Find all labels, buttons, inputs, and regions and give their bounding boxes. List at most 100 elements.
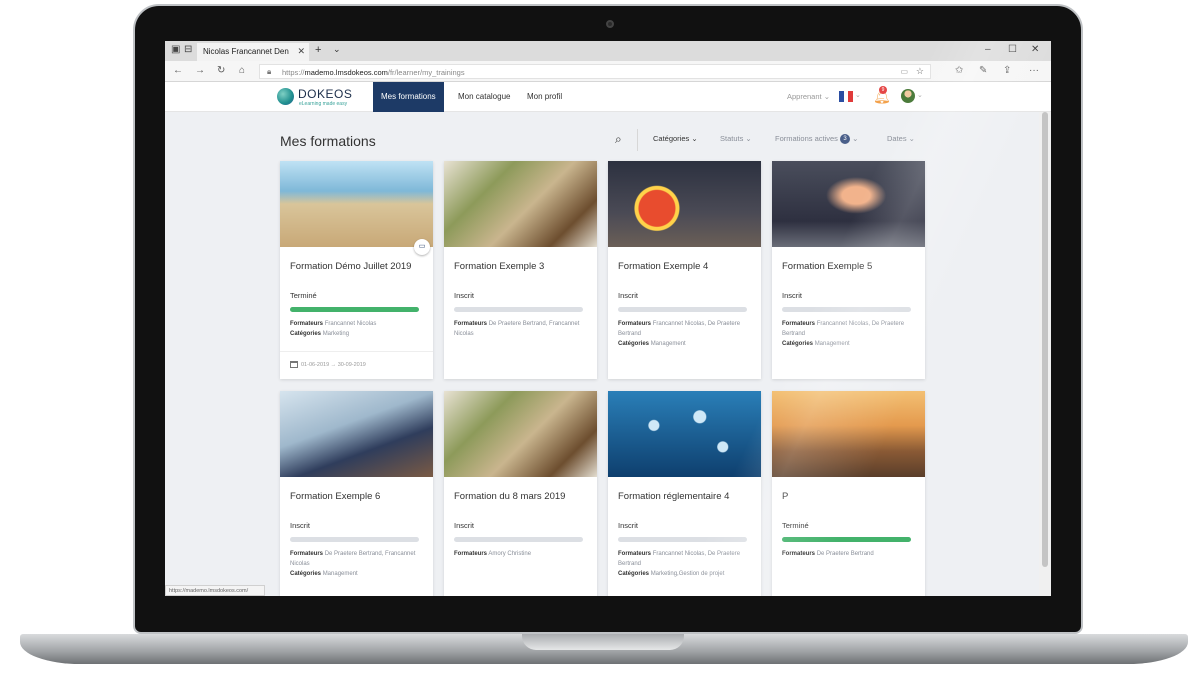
progress-fill [290,307,419,312]
logo-mark-icon [277,88,294,105]
more-icon[interactable]: ··· [1029,65,1039,76]
course-thumbnail [280,391,433,477]
course-meta: Formateurs Amory Christine [454,549,589,559]
scrollbar-thumb[interactable] [1042,112,1048,567]
course-status: Inscrit [782,291,803,300]
notification-badge: 9 [879,86,887,94]
course-title[interactable]: Formation du 8 mars 2019 [454,491,594,502]
course-title[interactable]: Formation Exemple 6 [290,491,430,502]
course-title[interactable]: Formation Exemple 4 [618,261,758,272]
course-title[interactable]: Formation Démo Juillet 2019 [290,261,430,272]
url-field[interactable]: 🔒︎ https://mademo.lmsdokeos.com/fr/learn… [259,64,931,79]
language-flag-icon[interactable] [839,91,854,102]
filter-formations-actives[interactable]: Formations actives 3 ⌄ [775,134,859,145]
nav-mon-profil[interactable]: Mon profil [519,82,570,112]
screen: ▣ ⊟ Nicolas Francannet Den ✕ + ⌄ – ☐ ✕ ←… [165,41,1051,596]
course-card[interactable]: Formation Exemple 4 Inscrit Formateurs F… [608,161,761,379]
close-tab-icon[interactable]: ✕ [297,46,305,57]
course-meta: Formateurs Francannet Nicolas, De Praete… [618,549,753,579]
categories-label: Catégories [290,571,322,577]
logo-tagline: eLearning made easy [299,101,348,107]
course-thumbnail [608,391,761,477]
course-status: Inscrit [454,521,475,530]
course-card[interactable]: Formation Exemple 3 Inscrit Formateurs D… [444,161,597,379]
reading-view-icon[interactable]: ▭ [900,67,908,76]
forward-icon[interactable]: → [195,65,205,76]
maximize-icon[interactable]: ☐ [1008,44,1017,55]
tab-list-icon[interactable]: ⌄ [333,44,341,55]
flag-stripe-red [848,91,854,102]
filter-categories[interactable]: Catégories ⌄ [653,134,698,143]
formateurs-label: Formateurs [454,551,488,557]
course-status: Inscrit [618,521,639,530]
favorite-star-icon[interactable]: ☆ [916,66,924,77]
home-icon[interactable]: ⌂ [239,65,245,76]
course-card[interactable]: Formation Exemple 6 Inscrit Formateurs D… [280,391,433,596]
url-prefix: https:// [282,68,305,77]
course-meta: Formateurs De Praetere Bertrand, Francan… [290,549,425,579]
categories-value: Management [814,341,850,347]
user-menu-caret-icon[interactable]: ⌄ [917,91,923,99]
minimize-icon[interactable]: – [985,44,991,55]
tab-title: Nicolas Francannet Den [203,47,289,56]
progress-bar [618,537,747,542]
categories-label: Catégories [618,341,650,347]
role-dropdown[interactable]: Apprenant ⌄ [787,92,830,101]
status-bar-url: https://mademo.lmsdokeos.com/ [165,585,265,596]
search-icon[interactable]: ⌕ [615,132,622,147]
course-status: Terminé [290,291,317,300]
course-status: Inscrit [454,291,475,300]
new-tab-icon[interactable]: + [315,44,321,56]
progress-bar [454,307,583,312]
browser-tab[interactable]: Nicolas Francannet Den ✕ [197,43,309,61]
course-title[interactable]: Formation Exemple 5 [782,261,922,272]
formateurs-label: Formateurs [618,321,652,327]
pen-icon[interactable]: ✎ [979,65,987,76]
categories-label: Catégories [290,331,322,337]
set-aside-tabs-icon[interactable]: ⊟ [184,44,192,55]
categories-label: Catégories [618,571,650,577]
course-card[interactable]: ▭ Formation Démo Juillet 2019 Terminé Fo… [280,161,433,379]
favorites-icon[interactable]: ✩ [955,65,963,76]
dokeos-logo[interactable]: DOKEOS eLearning made easy [277,85,372,109]
formateurs-label: Formateurs [290,321,324,327]
app-header: DOKEOS eLearning made easy Mes formation… [165,82,1051,112]
language-caret-icon[interactable]: ⌄ [855,91,861,99]
tab-actions-icon[interactable]: ▣ [171,44,180,55]
course-meta: Formateurs De Praetere Bertrand [782,549,917,559]
progress-fill [782,537,911,542]
mobile-device-icon: ▭ [414,239,430,255]
avatar[interactable] [901,89,915,103]
formateurs-label: Formateurs [782,551,816,557]
categories-value: Marketing [322,331,350,337]
url-host: mademo.lmsdokeos.com [304,68,388,77]
course-thumbnail [444,161,597,247]
course-title[interactable]: Formation Exemple 3 [454,261,594,272]
course-card[interactable]: P Terminé Formateurs De Praetere Bertran… [772,391,925,596]
course-card[interactable]: Formation Exemple 5 Inscrit Formateurs F… [772,161,925,379]
url-path: /fr/learner/my_trainings [387,68,465,77]
nav-mes-formations[interactable]: Mes formations [373,82,444,112]
course-card[interactable]: Formation du 8 mars 2019 Inscrit Formate… [444,391,597,596]
back-icon[interactable]: ← [173,65,183,76]
course-meta: Formateurs Francannet Nicolas, De Praete… [618,319,753,349]
close-window-icon[interactable]: ✕ [1031,44,1039,55]
nav-mon-catalogue[interactable]: Mon catalogue [450,82,518,112]
course-thumbnail [280,161,433,247]
refresh-icon[interactable]: ↻ [217,65,225,76]
filter-active-caret-icon: ⌄ [852,134,859,143]
course-thumbnail [444,391,597,477]
course-title[interactable]: P [782,491,922,502]
course-card[interactable]: Formation réglementaire 4 Inscrit Format… [608,391,761,596]
course-title[interactable]: Formation réglementaire 4 [618,491,758,502]
course-status: Terminé [782,521,809,530]
formateurs-value: De Praetere Bertrand [816,551,874,557]
share-icon[interactable]: ⇪ [1003,65,1011,76]
browser-tab-bar: ▣ ⊟ Nicolas Francannet Den ✕ + ⌄ – ☐ ✕ [165,41,1051,61]
course-status: Inscrit [618,291,639,300]
progress-bar [782,307,911,312]
filter-statuts[interactable]: Statuts ⌄ [720,134,752,143]
filter-dates[interactable]: Dates ⌄ [887,134,915,143]
progress-bar [782,537,911,542]
logo-name: DOKEOS [298,87,353,101]
